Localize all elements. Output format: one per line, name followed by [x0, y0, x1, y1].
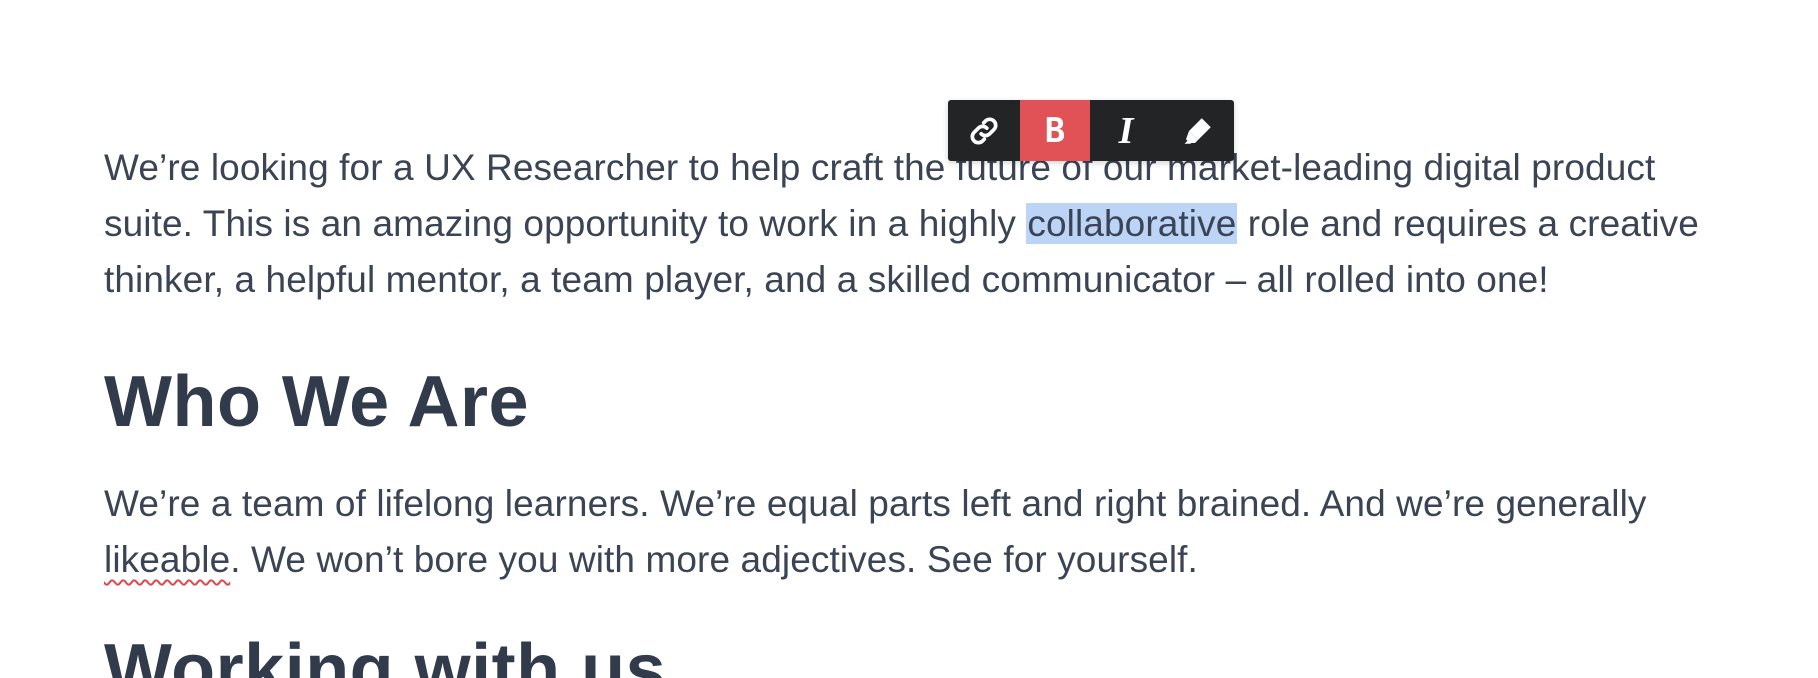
document-body[interactable]: We’re looking for a UX Researcher to hel…	[104, 140, 1744, 678]
who-line-2-rest: . We won’t bore you with more adjectives…	[230, 539, 1198, 580]
link-icon	[967, 114, 1001, 148]
intro-paragraph[interactable]: We’re looking for a UX Researcher to hel…	[104, 140, 1744, 308]
who-we-are-paragraph[interactable]: We’re a team of lifelong learners. We’re…	[104, 476, 1647, 588]
intro-line-3: thinker, a helpful mentor, a team player…	[104, 259, 1549, 300]
bold-icon: B	[1044, 110, 1066, 151]
who-line-1: We’re a team of lifelong learners. We’re…	[104, 483, 1647, 524]
intro-line-2: suite. This is an amazing opportunity to…	[104, 196, 1744, 252]
intro-line-2-after: role and requires a creative	[1237, 203, 1699, 244]
highlight-marker-icon	[1180, 113, 1216, 149]
italic-icon: I	[1118, 109, 1134, 152]
intro-line-2-before: suite. This is an amazing opportunity to…	[104, 203, 1027, 244]
link-button[interactable]	[948, 100, 1020, 161]
bold-button[interactable]: B	[1020, 100, 1090, 161]
selected-text[interactable]: collaborative	[1026, 203, 1238, 244]
spellcheck-word[interactable]: likeable	[104, 539, 230, 580]
intro-line-1: We’re looking for a UX Researcher to hel…	[104, 147, 1656, 188]
who-line-2: likeable. We won’t bore you with more ad…	[104, 532, 1647, 588]
highlight-button[interactable]	[1162, 100, 1234, 161]
who-we-are-heading[interactable]: Who We Are	[104, 362, 529, 442]
italic-button[interactable]: I	[1090, 100, 1162, 161]
working-with-us-heading[interactable]: Working with us	[104, 630, 666, 678]
format-toolbar: B I	[948, 100, 1234, 161]
